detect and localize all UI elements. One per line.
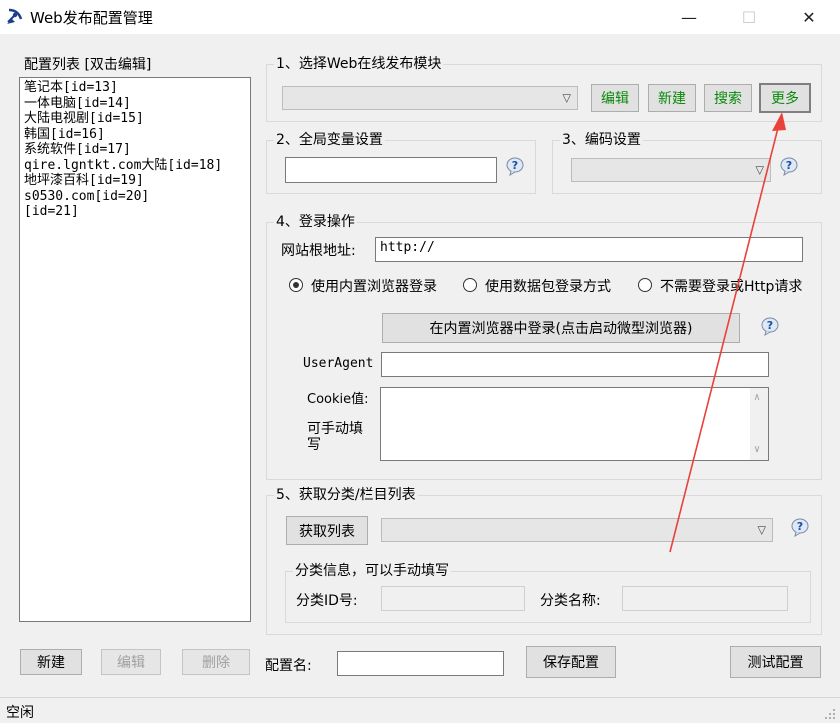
new-module-button[interactable]: 新建 (648, 84, 696, 112)
status-bar: 空闲 (0, 697, 840, 723)
resize-grip-icon[interactable] (822, 706, 836, 720)
category-id-input[interactable] (381, 586, 525, 611)
help-icon[interactable]: ? (790, 517, 810, 537)
test-config-button[interactable]: 测试配置 (730, 646, 821, 678)
scroll-up-icon[interactable]: ∧ (754, 392, 760, 403)
list-item[interactable]: 大陆电视剧[id=15] (20, 111, 250, 127)
cookie-label: Cookie值: (307, 392, 369, 407)
minimize-button[interactable]: — (666, 0, 712, 34)
list-item[interactable]: 一体电脑[id=14] (20, 96, 250, 112)
more-button[interactable]: 更多 (759, 83, 811, 113)
radio-no-login[interactable] (638, 278, 652, 292)
svg-text:?: ? (767, 319, 773, 332)
list-item[interactable]: 地坪漆百科[id=19] (20, 173, 250, 189)
module-group-label: 1、选择Web在线发布模块 (274, 56, 444, 72)
category-id-label: 分类ID号: (296, 593, 358, 609)
site-root-input[interactable]: http:// (375, 237, 803, 262)
radio-no-login-label[interactable]: 不需要登录或Http请求 (660, 276, 802, 296)
chevron-down-icon: ▽ (757, 523, 766, 537)
radio-packet-login-label[interactable]: 使用数据包登录方式 (485, 276, 611, 296)
title-bar: Web发布配置管理 — ☐ ✕ (0, 0, 840, 34)
category-info-label: 分类信息，可以手动填写 (293, 563, 451, 579)
help-icon[interactable]: ? (760, 316, 780, 336)
svg-text:?: ? (786, 159, 792, 172)
list-item[interactable]: [id=21] (20, 204, 250, 220)
edit-config-button[interactable]: 编辑 (101, 649, 161, 675)
global-vars-label: 2、全局变量设置 (274, 132, 385, 148)
search-module-button[interactable]: 搜索 (704, 84, 752, 112)
list-item[interactable]: s0530.com[id=20] (20, 189, 250, 205)
close-button[interactable]: ✕ (786, 0, 832, 34)
save-config-button[interactable]: 保存配置 (526, 646, 616, 678)
window-title: Web发布配置管理 (30, 9, 153, 27)
site-root-label: 网站根地址: (281, 243, 356, 259)
category-select[interactable]: ▽ (381, 518, 773, 542)
cookie-textarea[interactable]: ∧ ∨ (380, 387, 769, 461)
module-select[interactable]: ▽ (282, 86, 578, 110)
category-name-label: 分类名称: (540, 593, 601, 609)
satellite-icon (7, 8, 23, 24)
status-text: 空闲 (6, 705, 34, 721)
chevron-down-icon: ▽ (562, 91, 571, 105)
config-name-input[interactable] (337, 651, 504, 676)
login-group-label: 4、登录操作 (274, 214, 357, 230)
config-list-label: 配置列表 [双击编辑] (24, 57, 152, 73)
category-group-label: 5、获取分类/栏目列表 (274, 487, 418, 503)
radio-packet-login[interactable] (463, 278, 477, 292)
encoding-select[interactable]: ▽ (571, 158, 771, 182)
fetch-list-button[interactable]: 获取列表 (286, 516, 368, 545)
login-browser-button[interactable]: 在内置浏览器中登录(点击启动微型浏览器) (382, 313, 740, 343)
delete-config-button[interactable]: 删除 (182, 649, 250, 675)
scroll-down-icon[interactable]: ∨ (754, 444, 760, 455)
new-config-button[interactable]: 新建 (20, 649, 82, 675)
chevron-down-icon: ▽ (755, 163, 764, 177)
list-item[interactable]: qire.lgntkt.com大陆[id=18] (20, 158, 250, 174)
help-icon[interactable]: ? (779, 156, 799, 176)
list-item[interactable]: 笔记本[id=13] (20, 80, 250, 96)
radio-builtin-browser[interactable] (289, 278, 303, 292)
config-list[interactable]: 笔记本[id=13] 一体电脑[id=14] 大陆电视剧[id=15] 韩国[id=1… (19, 77, 251, 622)
list-item[interactable]: 系统软件[id=17] (20, 142, 250, 158)
help-icon[interactable]: ? (505, 156, 525, 176)
cookie-hint: 可手动填写 (307, 421, 363, 453)
encoding-label: 3、编码设置 (560, 132, 643, 148)
config-name-label: 配置名: (265, 658, 312, 674)
cookie-scrollbar[interactable]: ∧ ∨ (750, 388, 768, 460)
maximize-button[interactable]: ☐ (726, 0, 772, 34)
category-name-input[interactable] (622, 586, 788, 611)
radio-builtin-browser-label[interactable]: 使用内置浏览器登录 (311, 276, 437, 296)
global-vars-input[interactable] (285, 157, 497, 183)
svg-text:?: ? (797, 520, 803, 533)
svg-text:?: ? (512, 159, 518, 172)
list-item[interactable]: 韩国[id=16] (20, 127, 250, 143)
useragent-input[interactable] (381, 352, 769, 377)
edit-module-button[interactable]: 编辑 (591, 84, 639, 112)
useragent-label: UserAgent (303, 356, 374, 371)
